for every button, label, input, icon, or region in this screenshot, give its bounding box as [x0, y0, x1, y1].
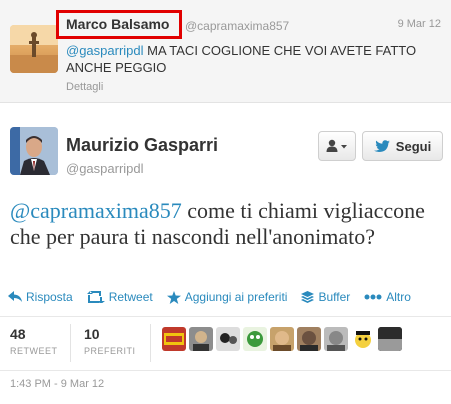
favoriters-avatars — [162, 327, 402, 351]
reply-mention-link[interactable]: @gasparripdl — [66, 43, 144, 58]
tweet-stats: 48 RETWEET 10 PREFERITI — [0, 318, 451, 370]
tweet-mention-link[interactable]: @capramaxima857 — [10, 198, 182, 223]
reply-text: @gasparripdl MA TACI COGLIONE CHE VOI AV… — [66, 42, 436, 76]
follow-label: Segui — [395, 138, 432, 154]
reply-details-link[interactable]: Dettagli — [66, 81, 103, 93]
user-dropdown-icon — [326, 139, 347, 152]
favoriter-avatar[interactable] — [378, 327, 402, 351]
more-label: Altro — [386, 290, 411, 304]
favorite-label: Aggiungi ai preferiti — [184, 290, 288, 304]
reply-author-handle[interactable]: @capramaxima857 — [185, 19, 289, 33]
retweet-label: Retweet — [108, 290, 153, 304]
favoriter-avatar[interactable] — [351, 327, 375, 351]
favoriter-avatar[interactable] — [189, 327, 213, 351]
star-icon — [166, 290, 181, 304]
stat-divider — [70, 324, 71, 362]
author-name[interactable]: Maurizio Gasparri — [66, 135, 218, 156]
reply-avatar[interactable] — [10, 25, 58, 73]
retweet-icon — [86, 291, 105, 303]
buffer-action[interactable]: Buffer — [301, 290, 350, 304]
favoriter-avatar[interactable] — [216, 327, 240, 351]
retweet-action[interactable]: Retweet — [86, 290, 153, 304]
favorites-stat[interactable]: 10 PREFERITI — [84, 326, 136, 356]
author-handle[interactable]: @gasparripdl — [66, 161, 144, 176]
favoriter-avatar[interactable] — [270, 327, 294, 351]
favoriter-avatar[interactable] — [162, 327, 186, 351]
retweet-count: 48 — [10, 326, 26, 342]
author-avatar[interactable] — [10, 127, 58, 175]
follow-button[interactable]: Segui — [362, 131, 443, 161]
tweet-actions: Risposta Retweet Aggiungi ai preferiti B… — [8, 288, 411, 306]
favorite-action[interactable]: Aggiungi ai preferiti — [166, 290, 288, 304]
tweet-text: @capramaxima857 come ti chiami vigliacco… — [10, 198, 430, 250]
favoriter-avatar[interactable] — [297, 327, 321, 351]
reply-label: Risposta — [26, 290, 73, 304]
reply-action[interactable]: Risposta — [8, 290, 73, 304]
buffer-label: Buffer — [318, 290, 351, 304]
favorites-count-label: PREFERITI — [84, 346, 136, 356]
favoriter-avatar[interactable] — [243, 327, 267, 351]
reply-author-name[interactable]: Marco Balsamo — [66, 16, 169, 32]
more-action[interactable]: Altro — [364, 290, 411, 304]
retweet-stat[interactable]: 48 RETWEET — [10, 326, 58, 356]
twitter-bird-icon — [373, 139, 390, 152]
stat-divider — [150, 324, 151, 362]
divider — [0, 370, 451, 371]
divider — [0, 316, 451, 317]
user-actions-button[interactable] — [318, 131, 356, 161]
reply-arrow-icon — [8, 291, 22, 302]
dots-icon — [364, 294, 382, 300]
favorites-count: 10 — [84, 326, 100, 342]
reply-date[interactable]: 9 Mar 12 — [398, 18, 441, 30]
tweet-timestamp[interactable]: 1:43 PM - 9 Mar 12 — [10, 378, 104, 390]
favoriter-avatar[interactable] — [324, 327, 348, 351]
reply-tweet[interactable]: Marco Balsamo @capramaxima857 9 Mar 12 @… — [0, 0, 451, 103]
retweet-count-label: RETWEET — [10, 346, 58, 356]
buffer-stack-icon — [301, 290, 315, 303]
